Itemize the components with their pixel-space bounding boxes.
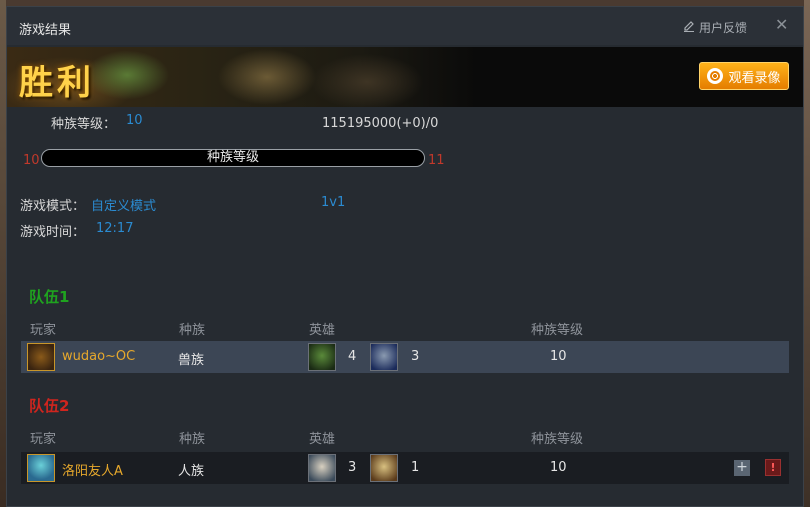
next-level-number: 11	[428, 153, 445, 168]
avatar	[27, 454, 55, 482]
player-race: 兽族	[178, 353, 205, 368]
player-race-level: 10	[550, 460, 567, 475]
player-race-level: 10	[550, 349, 567, 364]
orc-hero-farseer-icon	[370, 343, 398, 371]
match-format-value: 1v1	[321, 195, 346, 210]
player-row[interactable]: wudao~OC 兽族 4 3 10	[21, 341, 789, 373]
hero-level: 4	[348, 349, 357, 364]
film-reel-icon	[707, 68, 724, 84]
report-player-button[interactable]: !	[765, 459, 781, 476]
watch-replay-label: 观看录像	[728, 70, 781, 86]
player-row[interactable]: 洛阳友人A 人族 3 1 10 + !	[21, 452, 789, 484]
hero-level: 1	[411, 460, 420, 475]
game-result-window: 游戏结果 用户反馈 ✕ 胜利 观看录像 种族等级： 10 115195000(+…	[6, 6, 804, 507]
game-mode-label: 游戏模式：	[20, 199, 86, 214]
score-value: 115195000(+0)/0	[322, 116, 439, 131]
team-1-title: 队伍1	[29, 288, 70, 306]
race-level-label: 种族等级：	[51, 117, 117, 132]
column-header-hero: 英雄	[309, 323, 336, 338]
victory-text: 胜利	[19, 63, 95, 103]
race-level-progress-bar: 种族等级	[41, 149, 425, 167]
background-right	[804, 0, 810, 507]
title-bar: 游戏结果 用户反馈 ✕	[7, 7, 803, 45]
avatar	[27, 343, 55, 371]
hero-level: 3	[348, 460, 357, 475]
player-race: 人族	[178, 464, 205, 479]
current-level-number: 10	[23, 153, 40, 168]
column-header-player: 玩家	[30, 432, 57, 447]
human-hero-archmage-icon	[308, 454, 336, 482]
game-time-value: 12:17	[96, 221, 134, 236]
progress-bar-label: 种族等级	[206, 150, 259, 165]
column-header-player: 玩家	[30, 323, 57, 338]
column-header-race-level: 种族等级	[531, 323, 584, 338]
column-header-race-level: 种族等级	[531, 432, 584, 447]
close-icon[interactable]: ✕	[775, 15, 788, 34]
feedback-label: 用户反馈	[699, 21, 748, 35]
window-title: 游戏结果	[19, 23, 72, 38]
human-hero-mountain-king-icon	[370, 454, 398, 482]
hero-level: 3	[411, 349, 420, 364]
result-banner: 胜利 观看录像	[7, 47, 803, 107]
player-name[interactable]: wudao~OC	[62, 349, 135, 364]
game-mode-value: 自定义模式	[91, 199, 157, 214]
column-header-hero: 英雄	[309, 432, 336, 447]
player-name[interactable]: 洛阳友人A	[62, 460, 123, 479]
orc-hero-blademaster-icon	[308, 343, 336, 371]
race-level-value: 10	[126, 113, 143, 128]
feedback-link[interactable]: 用户反馈	[683, 19, 747, 36]
column-header-race: 种族	[179, 432, 206, 447]
column-header-race: 种族	[179, 323, 206, 338]
pencil-icon	[683, 20, 695, 35]
add-friend-button[interactable]: +	[734, 460, 750, 476]
game-time-label: 游戏时间：	[20, 225, 86, 240]
team-2-title: 队伍2	[29, 397, 70, 415]
watch-replay-button[interactable]: 观看录像	[699, 62, 789, 90]
